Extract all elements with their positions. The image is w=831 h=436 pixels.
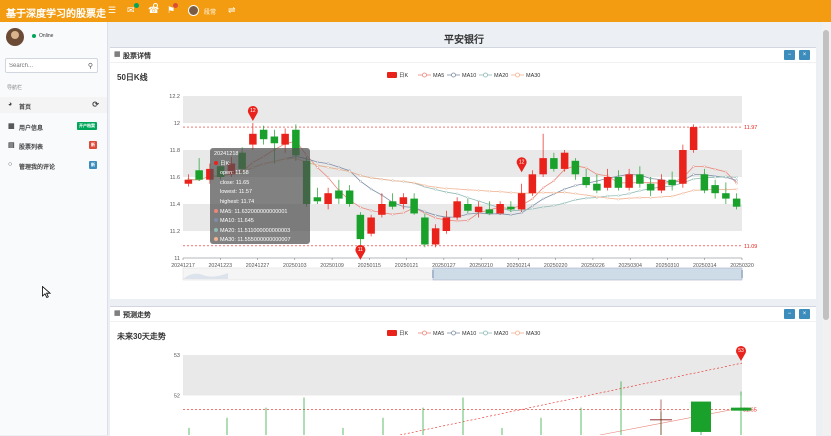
grid-icon: ▦ [8,123,15,130]
sidebar-avatar [6,28,24,46]
tooltip-close: close: 11.65 [220,179,250,186]
collapse-button[interactable]: − [784,309,795,319]
sidebar-item-home[interactable]: ◕ 首页 ⟳ [0,97,107,113]
search-box: ⚲ [5,58,98,73]
search-icon[interactable]: ⚲ [88,62,93,70]
close-button[interactable]: × [799,309,810,319]
envelope-badge [134,3,139,8]
panel-header: ▦ 股票详情 − × [110,48,816,63]
sidebar-badge: 新 [89,161,97,169]
tooltip-ma10-label: MA10: 11.645 [220,218,254,225]
tooltip-ma20: MA20: 11.511000000000003 [214,227,306,237]
collapse-button[interactable]: − [784,50,795,60]
sidebar-item-label: 用户信息 [19,126,44,132]
tooltip-ma10: MA10: 11.645 [214,217,306,227]
series-dot-icon [214,208,218,213]
tooltip-ma5-label: MA5: 11.632000000000001 [220,208,288,215]
tooltip-ma30-label: MA30: 11.555000000000007 [220,237,291,244]
tooltip-ma30: MA30: 11.555000000000007 [214,236,306,246]
page-scrollbar[interactable] [822,22,831,435]
bars-icon[interactable]: ☰ [108,5,116,16]
search-input[interactable] [9,61,79,70]
chart-title: 未来30天走势 [117,332,166,341]
page-title: 平安银行 [444,35,484,46]
panel-title: 预测走势 [123,312,151,319]
panel-header: ▦ 预测走势 − × [110,307,816,322]
series-dot-icon [214,227,218,232]
sidebar-badge: 新 [89,141,97,149]
sidebar-badge: 开户档案 [77,122,97,130]
tooltip-series-label: 日K: [220,160,231,167]
tooltip-open: open: 11.58 [220,170,249,177]
nav-header: 导航栏 [7,85,23,91]
tooltip-highest: highest: 11.74 [220,198,255,205]
sidebar-item-label: 股票列表 [19,145,44,151]
tooltip-ma20-label: MA20: 11.511000000000003 [220,227,291,234]
tooltip-series: 日K: [214,160,306,170]
sidebar-item-label: 管理我的评论 [19,165,56,171]
share-icon[interactable]: ⇌ [228,5,236,16]
app-title[interactable]: 基于深度学习的股票走 [6,5,106,20]
comment-icon: ○ [8,161,13,168]
grid-icon: ▦ [114,51,121,58]
folder-icon: ▤ [8,142,15,149]
bell-badge [153,3,158,8]
grid-icon: ▦ [114,310,121,317]
online-status: Online [39,33,54,39]
sidebar-item-my-comments[interactable]: ○ 管理我的评论 新 [0,157,107,173]
user-avatar[interactable] [188,5,199,16]
tooltip-date: 20241218 [214,151,239,157]
forecast-panel: ▦ 预测走势 − × 未来30天走势 [110,306,816,436]
sidebar-item-label: 首页 [19,105,32,111]
top-navbar: 基于深度学习的股票走 ☰ ✉ ☎ ⚑ 段常 ⇌ [0,0,831,22]
mouse-cursor-icon [42,286,51,298]
tooltip-lowest: lowest: 11.57 [220,189,253,196]
series-dot-icon [214,160,218,165]
flag-badge [173,3,178,8]
chart-tooltip: 20241218 日K: open: 11.58 close: 11.65 lo… [210,148,310,244]
chart-title: 50日K线 [117,73,148,82]
user-name[interactable]: 段常 [204,7,216,16]
panel-title: 股票详情 [123,53,151,60]
dashboard-icon: ◕ [8,101,13,108]
scrollbar-thumb[interactable] [823,30,829,320]
refresh-icon[interactable]: ⟳ [92,100,99,109]
sidebar-item-stock-list[interactable]: ▤ 股票列表 新 [0,137,107,153]
series-dot-icon [214,218,218,223]
sidebar: Online ⚲ 导航栏 ◕ 首页 ⟳ ▦ 用户信息 开户档案 ▤ 股票列表 新… [0,22,108,435]
tooltip-ma5: MA5: 11.632000000000001 [214,208,306,218]
online-status-icon [32,34,36,38]
close-button[interactable]: × [799,50,810,60]
sidebar-item-user-info[interactable]: ▦ 用户信息 开户档案 [0,118,107,134]
series-dot-icon [214,237,218,242]
